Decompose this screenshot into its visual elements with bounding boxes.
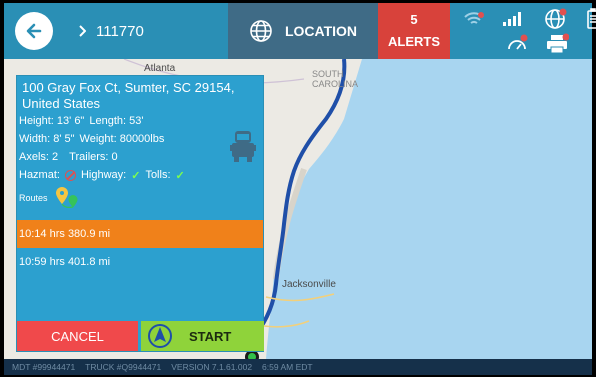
trailers-label: Trailers: (69, 151, 109, 163)
route-option-distance: 401.8 mi (67, 256, 111, 268)
alerts-button[interactable]: 5 ALERTS (378, 3, 450, 59)
route-option-distance: 380.9 mi (67, 228, 111, 240)
route-option-2[interactable]: 10:59 hrs 401.8 mi (17, 248, 263, 276)
back-arrow-icon (15, 12, 53, 50)
route-id-text: 111770 (96, 22, 144, 40)
length-value: 53' (129, 115, 144, 127)
speedometer-icon (508, 34, 528, 50)
highway-label: Highway: (80, 169, 127, 181)
axels-trailers-row: Axels: 2 Trailers: 0 (17, 148, 263, 166)
weight-label: Weight: (79, 133, 117, 145)
top-bar: 111770 LOCATION 5 ALERTS (4, 3, 596, 59)
route-panel: 100 Gray Fox Ct, Sumter, SC 29154, Unite… (16, 75, 264, 352)
height-length-row: Height: 13' 6" Length: 53' (17, 112, 263, 130)
height-value: 13' 6" (56, 115, 85, 127)
back-button[interactable] (4, 3, 64, 59)
route-option-1[interactable]: 10:14 hrs 380.9 mi (17, 220, 263, 248)
globe-icon (250, 20, 272, 42)
tolls-label: Tolls: (145, 169, 171, 181)
globe-status-icon (545, 8, 567, 29)
chevron-right-icon (79, 25, 86, 37)
alerts-count: 5 (410, 12, 418, 27)
length-label: Length: (89, 115, 127, 127)
cancel-label: CANCEL (51, 328, 104, 344)
hazmat-label: Hazmat: (19, 169, 60, 181)
map-label-jacksonville: Jacksonville (282, 279, 336, 290)
status-icons (450, 3, 596, 59)
app-version: VERSION 7.1.61.002 (171, 362, 253, 372)
truck-icon (230, 131, 256, 162)
route-id-button[interactable]: 111770 (64, 3, 228, 59)
clock-time: 6:59 AM EDT (262, 362, 313, 372)
route-option-time: 10:14 hrs (19, 228, 65, 240)
blocked-icon (64, 169, 76, 181)
highway-check-icon: ✓ (131, 169, 141, 182)
route-option-time: 10:59 hrs (19, 256, 65, 268)
width-value: 8' 5" (53, 133, 75, 145)
height-label: Height: (19, 115, 54, 127)
map-label-atlanta: Atlanta (144, 63, 176, 74)
navigation-arrow-icon (148, 324, 172, 348)
tolls-check-icon: ✓ (175, 169, 185, 182)
axels-label: Axels: (19, 151, 49, 163)
mdt-number: MDT #99944471 (12, 362, 76, 372)
trailers-value: 0 (111, 151, 118, 163)
options-row: Hazmat: Highway: ✓ Tolls: ✓ (17, 166, 263, 184)
location-button[interactable]: LOCATION (228, 3, 378, 59)
route-pins-icon (55, 187, 78, 208)
routes-header: Routes (19, 186, 80, 210)
map-label-south-carolina: SOUTH CAROLINA (312, 69, 359, 89)
weight-value: 80000lbs (119, 133, 165, 145)
truck-number: TRUCK #Q9944471 (85, 362, 162, 372)
printer-icon (547, 33, 569, 54)
start-label: START (189, 328, 232, 344)
destination-address: 100 Gray Fox Ct, Sumter, SC 29154, Unite… (22, 80, 235, 111)
routes-label: Routes (19, 193, 48, 203)
alerts-label: ALERTS (388, 34, 440, 49)
width-weight-row: Width: 8' 5" Weight: 80000lbs (17, 130, 263, 148)
start-button[interactable]: START (141, 321, 264, 351)
location-label: LOCATION (284, 23, 358, 39)
wifi-icon (464, 12, 484, 24)
status-footer: MDT #99944471 TRUCK #Q9944471 VERSION 7.… (4, 359, 592, 375)
cancel-button[interactable]: CANCEL (17, 321, 138, 351)
width-label: Width: (19, 133, 51, 145)
axels-value: 2 (52, 151, 59, 163)
battery-icon (587, 8, 596, 29)
signal-icon (503, 12, 521, 26)
